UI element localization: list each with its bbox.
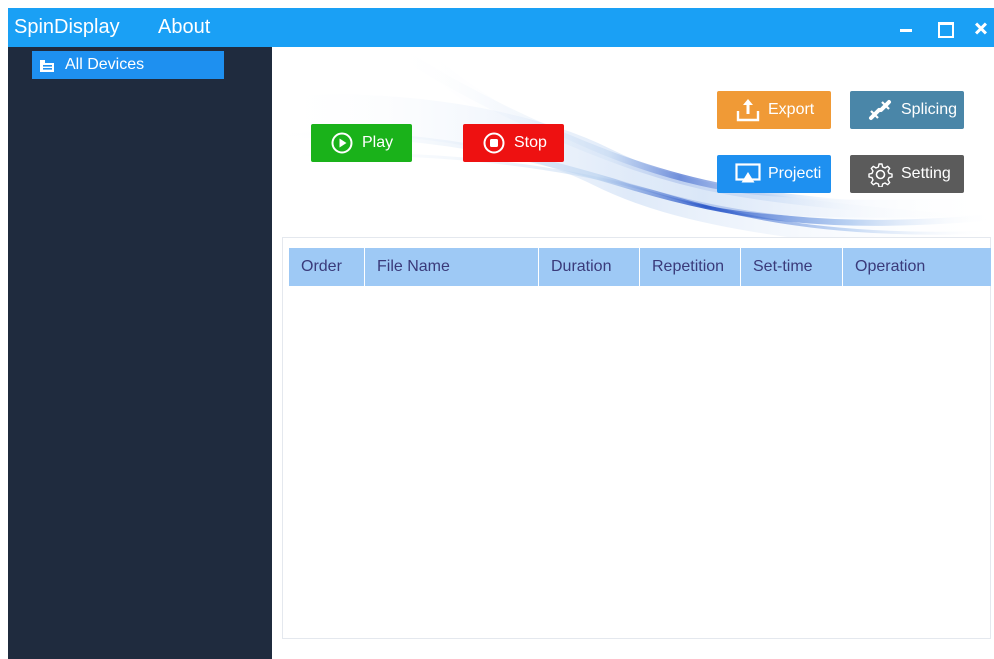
column-header-set-time[interactable]: Set-time	[741, 248, 843, 286]
maximize-icon[interactable]	[934, 18, 954, 38]
folder-icon	[40, 60, 54, 72]
splicing-icon	[869, 100, 891, 120]
stop-button[interactable]: Stop	[463, 124, 564, 162]
main-panel: Play Stop Export Splicing Projecti Setti…	[272, 47, 994, 659]
column-header-duration[interactable]: Duration	[539, 248, 640, 286]
gear-icon	[868, 163, 893, 187]
splicing-button[interactable]: Splicing	[850, 91, 964, 129]
stop-label: Stop	[514, 134, 547, 151]
app-window: SpinDisplay About All Devices Play Stop …	[8, 8, 994, 659]
play-button[interactable]: Play	[311, 124, 412, 162]
title-bar: SpinDisplay About	[8, 8, 994, 47]
export-icon	[736, 99, 760, 122]
column-header-order[interactable]: Order	[289, 248, 365, 286]
stop-icon	[483, 132, 505, 154]
export-label: Export	[768, 101, 815, 118]
minimize-icon[interactable]	[896, 18, 916, 38]
column-header-file-name[interactable]: File Name	[365, 248, 539, 286]
playlist-table: Order File Name Duration Repetition Set-…	[282, 237, 991, 639]
projection-icon	[735, 163, 761, 183]
app-name-menu[interactable]: SpinDisplay	[14, 8, 120, 47]
projection-label: Projecti	[768, 165, 822, 182]
splicing-label: Splicing	[901, 101, 958, 118]
sidebar-item-label: All Devices	[65, 56, 145, 73]
close-icon[interactable]	[971, 18, 991, 38]
play-icon	[331, 132, 353, 154]
projection-button[interactable]: Projecti	[717, 155, 831, 193]
table-header: Order File Name Duration Repetition Set-…	[289, 248, 991, 286]
column-header-repetition[interactable]: Repetition	[640, 248, 741, 286]
export-button[interactable]: Export	[717, 91, 831, 129]
device-sidebar: All Devices	[8, 47, 272, 659]
about-menu[interactable]: About	[158, 8, 210, 47]
setting-button[interactable]: Setting	[850, 155, 964, 193]
sidebar-item-all-devices[interactable]: All Devices	[32, 51, 224, 79]
setting-label: Setting	[901, 165, 951, 182]
play-label: Play	[362, 134, 394, 151]
column-header-operation[interactable]: Operation	[843, 248, 991, 286]
